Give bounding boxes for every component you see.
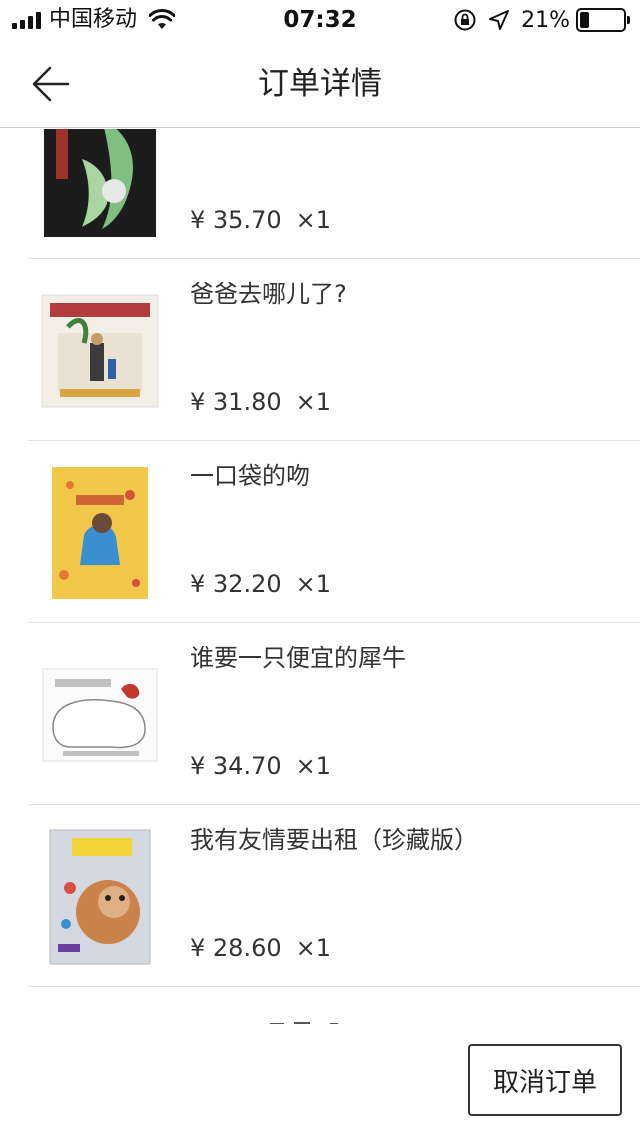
item-price: ¥ 31.80 (190, 388, 282, 416)
battery-fill (580, 12, 589, 28)
page-title: 订单详情 (258, 66, 382, 102)
item-price-row: ¥ 28.60 ×1 (190, 931, 331, 965)
order-item[interactable]: 我有友情要出租（珍藏版） ¥ 28.60 ×1 (28, 805, 640, 987)
footer-bar: 取消订单 (0, 1024, 640, 1136)
order-item-list[interactable]: ¥ 35.70 ×1 爸爸去哪儿了? ¥ 31.80 ×1 一口袋的吻 ¥ 32… (0, 129, 640, 1024)
order-item[interactable]: 爸爸去哪儿了? ¥ 31.80 ×1 (28, 259, 640, 441)
book-cover-image (40, 463, 160, 603)
item-quantity: ×1 (295, 570, 331, 598)
item-name: 我有友情要出租（珍藏版） (190, 826, 478, 854)
item-name: 爸爸去哪儿了? (190, 280, 347, 308)
item-quantity: ×1 (295, 752, 331, 780)
book-cover-image (40, 645, 160, 785)
cancel-order-button[interactable]: 取消订单 (468, 1044, 622, 1116)
location-icon (489, 10, 510, 30)
rotation-lock-icon (454, 9, 476, 31)
book-cover-image (40, 827, 160, 967)
battery-icon (576, 8, 630, 32)
item-price-row: ¥ 32.20 ×1 (190, 567, 331, 601)
battery-percentage: 21% (521, 7, 570, 33)
item-price: ¥ 28.60 (190, 934, 282, 962)
item-price: ¥ 35.70 (190, 206, 282, 234)
item-price: ¥ 32.20 (190, 570, 282, 598)
item-quantity: ×1 (295, 206, 331, 234)
item-name: 一口袋的吻 (190, 462, 310, 490)
item-name: 谁要一只便宜的犀牛 (190, 644, 406, 672)
order-item[interactable]: ¥ 35.70 ×1 (28, 129, 640, 259)
book-cover-image (40, 129, 160, 239)
item-price-row: ¥ 31.80 ×1 (190, 385, 331, 419)
item-quantity: ×1 (295, 934, 331, 962)
status-bar: 中国移动 07:32 21% (0, 0, 640, 40)
item-price-row: ¥ 35.70 ×1 (190, 203, 331, 237)
navigation-bar: 订单详情 (0, 40, 640, 128)
book-cover-image (40, 281, 160, 421)
item-quantity: ×1 (295, 388, 331, 416)
order-item[interactable]: 一口袋的吻 ¥ 32.20 ×1 (28, 441, 640, 623)
item-price: ¥ 34.70 (190, 752, 282, 780)
item-price-row: ¥ 34.70 ×1 (190, 749, 331, 783)
order-item[interactable]: 谁要一只便宜的犀牛 ¥ 34.70 ×1 (28, 623, 640, 805)
